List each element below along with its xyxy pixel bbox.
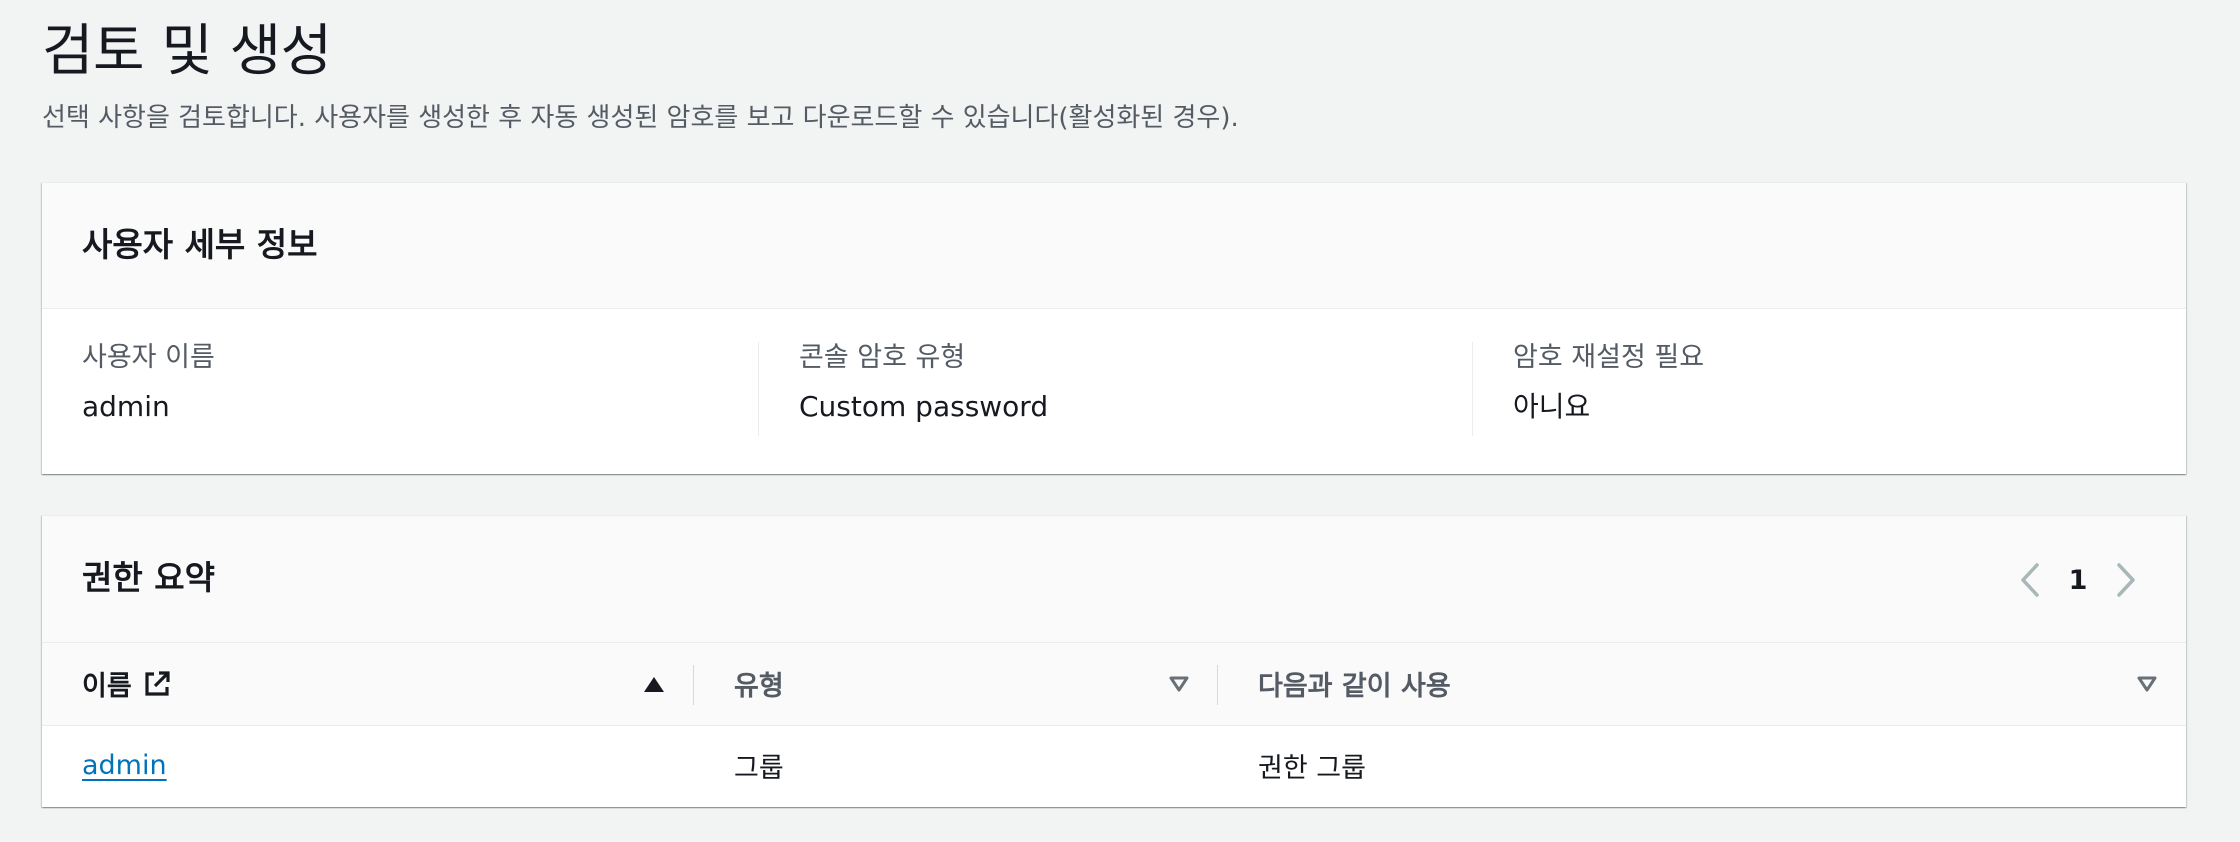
chevron-right-icon[interactable] xyxy=(2106,560,2146,600)
sort-ascending-icon[interactable] xyxy=(642,674,666,694)
column-header-label: 유형 xyxy=(734,671,784,703)
current-page-number[interactable]: 1 xyxy=(2050,565,2106,596)
page-description: 선택 사항을 검토합니다. 사용자를 생성한 후 자동 생성된 암호를 보고 다… xyxy=(42,103,1239,133)
page-title: 검토 및 생성 xyxy=(42,19,332,84)
user-details-grid: 사용자 이름 admin 콘솔 암호 유형 Custom password 암호… xyxy=(42,309,2186,473)
column-divider xyxy=(1472,342,1473,436)
field-console-password-type: 콘솔 암호 유형 Custom password xyxy=(799,309,1449,473)
field-label: 암호 재설정 필요 xyxy=(1513,342,1705,373)
column-header-label: 이름 xyxy=(82,671,132,703)
table-header-row: 이름 유형 다음과 같이 사용 xyxy=(42,643,2186,726)
cell-type: 그룹 xyxy=(734,752,784,784)
permissions-summary-title: 권한 요약 xyxy=(82,558,215,597)
field-value: Custom password xyxy=(799,390,1049,423)
permissions-summary-header: 권한 요약 1 xyxy=(42,516,2186,643)
user-details-header: 사용자 세부 정보 xyxy=(42,183,2186,309)
sort-none-icon[interactable] xyxy=(2136,675,2158,693)
chevron-left-icon[interactable] xyxy=(2010,560,2050,600)
field-password-reset-required: 암호 재설정 필요 아니요 xyxy=(1513,309,2163,473)
field-label: 콘솔 암호 유형 xyxy=(799,342,966,373)
cell-used-as: 권한 그룹 xyxy=(1258,752,1366,784)
field-value: admin xyxy=(82,390,170,423)
field-label: 사용자 이름 xyxy=(82,342,215,373)
field-value: 아니요 xyxy=(1513,390,1591,423)
permissions-summary-container: 권한 요약 1 이름 유형 다음과 같이 사용 admin 그룹 권한 그룹 xyxy=(42,515,2186,807)
external-link-icon[interactable] xyxy=(142,669,172,699)
column-header-used-as[interactable]: 다음과 같이 사용 xyxy=(1218,643,2186,726)
user-details-title: 사용자 세부 정보 xyxy=(82,225,318,264)
column-header-name[interactable]: 이름 xyxy=(42,643,694,726)
column-header-type[interactable]: 유형 xyxy=(694,643,1218,726)
permissions-table: 이름 유형 다음과 같이 사용 admin 그룹 권한 그룹 xyxy=(42,643,2186,805)
group-link-admin[interactable]: admin xyxy=(82,750,167,781)
cell-name: admin xyxy=(42,725,694,805)
page: 검토 및 생성 선택 사항을 검토합니다. 사용자를 생성한 후 자동 생성된 … xyxy=(0,0,2240,842)
user-details-container: 사용자 세부 정보 사용자 이름 admin 콘솔 암호 유형 Custom p… xyxy=(42,182,2186,474)
field-username: 사용자 이름 admin xyxy=(82,309,732,473)
table-row: admin 그룹 권한 그룹 xyxy=(42,725,2186,805)
column-header-label: 다음과 같이 사용 xyxy=(1258,671,1451,703)
pagination: 1 xyxy=(2010,560,2146,600)
column-divider xyxy=(758,342,759,436)
sort-none-icon[interactable] xyxy=(1168,675,1190,693)
